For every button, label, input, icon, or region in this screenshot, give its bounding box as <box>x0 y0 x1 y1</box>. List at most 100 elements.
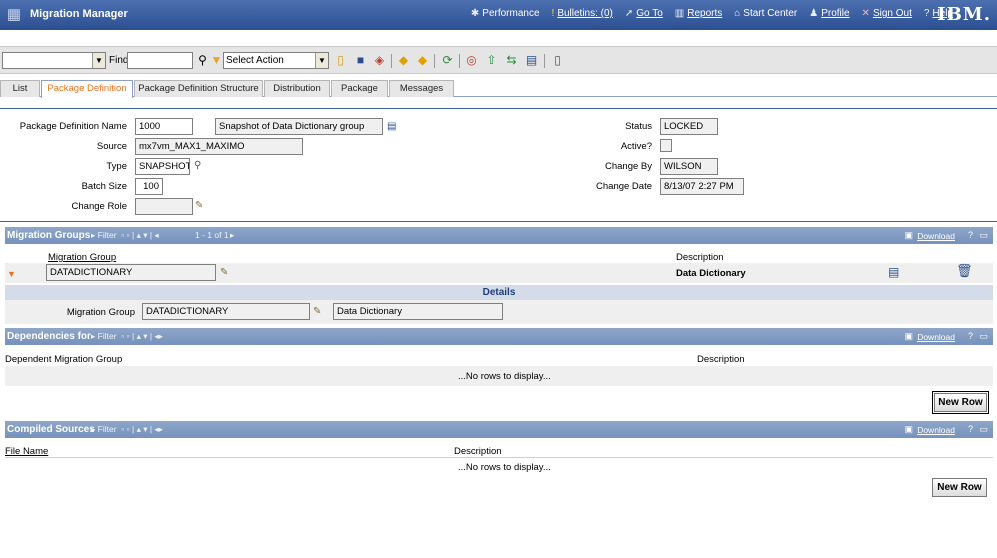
tab-package[interactable]: Package <box>331 80 388 97</box>
detail-menu-icon[interactable]: ✎ <box>220 267 228 279</box>
change-date-field[interactable]: 8/13/07 2:27 PM <box>660 178 744 195</box>
col-dependency-description: Description <box>697 354 745 365</box>
app-grid-icon: ▦ <box>6 6 22 23</box>
migration-groups-title: Migration Groups <box>7 230 91 241</box>
nav-performance[interactable]: ✱ Performance <box>471 8 540 19</box>
filter-control[interactable]: ▸ Filter ▫ ▫ | ▴ ▾ | ◂ <box>91 230 159 241</box>
type-field[interactable]: SNAPSHOT <box>135 158 190 175</box>
download-link[interactable]: Download <box>917 332 955 342</box>
delete-icon[interactable]: 🗑 <box>956 264 973 277</box>
filter-control[interactable]: ▸ Filter ▫ ▫ | ▴ ▾ | ◂▸ <box>91 331 163 342</box>
download-link[interactable]: Download <box>917 425 955 435</box>
sign-out-icon: ✕ <box>861 8 870 19</box>
tab-package-definition[interactable]: Package Definition <box>41 80 133 98</box>
save-icon[interactable]: ■ <box>353 53 368 68</box>
status-label: Status <box>625 121 652 132</box>
chevron-down-icon: ▼ <box>92 53 105 68</box>
nav-reports[interactable]: ▥ Reports <box>675 8 722 19</box>
download-icon[interactable]: ▣ <box>904 424 913 435</box>
maximize-icon[interactable]: ▭ <box>979 331 988 342</box>
clear-icon[interactable]: ◈ <box>372 53 387 68</box>
toolbar: ▼ Find: ⚲ ▼ Select Action ▼ ▯ ■ ◈ ◆ ◆ ⟳ … <box>0 46 997 74</box>
col-migration-group[interactable]: Migration Group <box>48 252 116 263</box>
status-field[interactable]: LOCKED <box>660 118 718 135</box>
download-icon[interactable]: ▣ <box>904 331 913 342</box>
filter-arrow-icon[interactable]: ▼ <box>209 53 224 68</box>
title-bar: ▦ Migration Manager ✱ Performance ! Bullet… <box>0 0 997 30</box>
app-title: Migration Manager <box>30 8 128 20</box>
bookmark-icon[interactable]: ▯ <box>550 53 565 68</box>
new-row-button[interactable]: New Row <box>932 478 987 497</box>
col-dependent-migration-group: Dependent Migration Group <box>5 354 123 365</box>
tab-messages[interactable]: Messages <box>389 80 454 97</box>
change-role-field[interactable] <box>135 198 193 215</box>
magnifier-icon[interactable]: ⚲ <box>194 160 201 172</box>
details-migration-group-field[interactable]: DATADICTIONARY <box>142 303 310 320</box>
migrate-icon[interactable]: ⇆ <box>504 53 519 68</box>
detail-menu-icon[interactable]: ✎ <box>313 306 321 318</box>
previous-record-icon[interactable]: ◆ <box>396 53 411 68</box>
tab-package-definition-structure[interactable]: Package Definition Structure <box>134 80 263 97</box>
tab-strip: List Package Definition Package Definiti… <box>0 80 997 98</box>
no-rows-message: ...No rows to display... <box>458 371 551 382</box>
change-by-field[interactable]: WILSON <box>660 158 718 175</box>
report-icon[interactable]: ▤ <box>524 53 539 68</box>
target-icon[interactable]: ◎ <box>464 53 479 68</box>
next-record-icon[interactable]: ◆ <box>415 53 430 68</box>
view-details-icon[interactable]: ▤ <box>888 266 899 278</box>
find-input[interactable] <box>127 52 193 69</box>
col-file-name[interactable]: File Name <box>5 446 48 457</box>
package-definition-name-field[interactable]: 1000 <box>135 118 193 135</box>
nav-sign-out[interactable]: ✕ Sign Out <box>862 8 912 19</box>
details-description-field[interactable]: Data Dictionary <box>333 303 503 320</box>
binoculars-icon[interactable]: ⚲ <box>195 53 210 68</box>
download-icon[interactable]: ▣ <box>904 230 913 241</box>
help-icon[interactable]: ? <box>968 331 973 341</box>
refresh-icon[interactable]: ⟳ <box>440 53 455 68</box>
change-by-label: Change By <box>604 161 652 172</box>
detail-menu-icon[interactable]: ✎ <box>195 200 203 212</box>
tab-list[interactable]: List <box>0 80 40 97</box>
col-description: Description <box>676 252 724 263</box>
active-checkbox[interactable] <box>660 139 672 152</box>
chevron-down-icon: ▼ <box>315 53 328 68</box>
home-icon: ⌂ <box>734 8 741 19</box>
new-record-icon[interactable]: ▯ <box>333 53 348 68</box>
source-field[interactable]: mx7vm_MAX1_MAXIMO <box>135 138 303 155</box>
nav-profile[interactable]: ♟ Profile <box>809 8 849 19</box>
compiled-sources-header: Compiled Sources ▸ Filter ▫ ▫ | ▴ ▾ | ◂▸… <box>5 421 993 438</box>
download-link[interactable]: Download <box>917 231 955 241</box>
maximize-icon[interactable]: ▭ <box>979 424 988 435</box>
query-select[interactable]: ▼ <box>2 52 106 69</box>
details-migration-group-label: Migration Group <box>66 307 135 318</box>
compiled-sources-title: Compiled Sources <box>7 424 95 435</box>
help-icon: ? <box>923 8 930 19</box>
tab-distribution[interactable]: Distribution <box>264 80 330 97</box>
help-icon[interactable]: ? <box>968 230 973 240</box>
nav-bulletins[interactable]: ! Bulletins: (0) <box>552 8 613 19</box>
next-page-icon[interactable]: ▸ <box>230 230 234 241</box>
ibm-logo: IBM. <box>937 4 991 25</box>
no-rows-message: ...No rows to display... <box>458 462 551 473</box>
new-row-button[interactable]: New Row <box>932 391 989 414</box>
change-date-label: Change Date <box>596 181 652 192</box>
expand-row-icon[interactable]: ▼ <box>7 268 16 280</box>
upload-icon[interactable]: ⇧ <box>484 53 499 68</box>
nav-goto[interactable]: ➚ Go To <box>625 8 663 19</box>
migration-group-cell[interactable]: DATADICTIONARY <box>46 264 216 281</box>
nav-start-center[interactable]: ⌂ Start Center <box>734 8 797 19</box>
paging-text: 1 - 1 of 1 <box>195 230 229 240</box>
maximize-icon[interactable]: ▭ <box>979 230 988 241</box>
source-label: Source <box>96 141 127 152</box>
top-nav: ✱ Performance ! Bulletins: (0) ➚ Go To ▥ Rep… <box>471 8 953 19</box>
migration-group-description: Data Dictionary <box>676 268 746 279</box>
long-description-icon[interactable]: ▤ <box>387 121 396 133</box>
help-icon[interactable]: ? <box>968 424 973 434</box>
package-definition-description-field[interactable]: Snapshot of Data Dictionary group <box>215 118 383 135</box>
batch-size-field[interactable]: 100 <box>135 178 163 195</box>
filter-control[interactable]: ▸ Filter ▫ ▫ | ▴ ▾ | ◂▸ <box>91 424 163 435</box>
select-action-dropdown[interactable]: Select Action ▼ <box>223 52 329 69</box>
goto-icon: ➚ <box>624 8 634 19</box>
active-label: Active? <box>620 141 652 152</box>
profile-icon: ♟ <box>809 8 819 19</box>
